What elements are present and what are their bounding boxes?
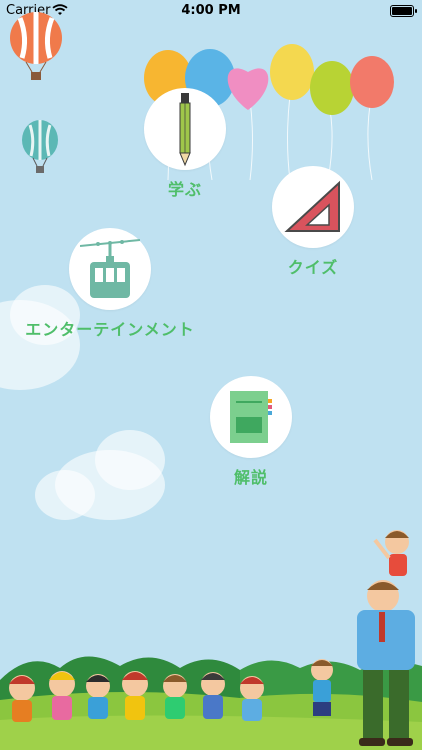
battery-icon: [390, 5, 417, 17]
learn-label: 学ぶ: [167, 180, 202, 199]
entertainment-label: エンターテインメント: [25, 320, 195, 339]
learn-circle: [144, 88, 226, 170]
explanation-circle: [210, 376, 292, 458]
explanation-label: 解説: [233, 468, 268, 487]
hot-air-balloon-large-icon: [10, 12, 62, 80]
father-with-child-illustration: [357, 530, 415, 746]
pencil-icon: [179, 93, 191, 167]
entertainment-circle: [69, 228, 151, 310]
gondola-icon: [80, 239, 140, 298]
notebook-icon: [230, 391, 272, 443]
triangle-ruler-icon: [284, 180, 340, 232]
quiz-label: クイズ: [287, 258, 339, 277]
hot-air-balloon-small-icon: [22, 120, 58, 173]
quiz-menu-item[interactable]: クイズ: [268, 166, 358, 278]
learn-menu-item[interactable]: 学ぶ: [142, 88, 228, 200]
entertainment-menu-item[interactable]: エンターテインメント: [20, 228, 200, 340]
quiz-circle: [272, 166, 354, 248]
explanation-menu-item[interactable]: 解説: [206, 376, 296, 488]
